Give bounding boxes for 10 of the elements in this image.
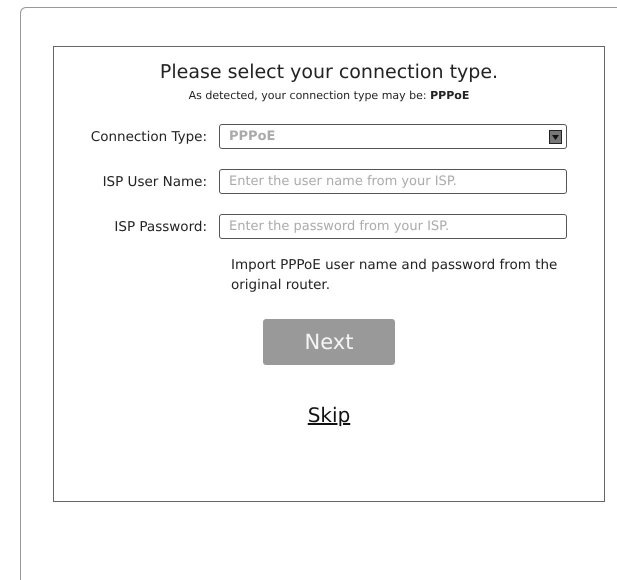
import-note: Import PPPoE user name and password from the original router. [231,256,558,295]
detected-type-text: As detected, your connection type may be: PPPoE [188,89,470,102]
field-label: ISP Password: [113,218,208,234]
text-input-field[interactable]: Enter the user name from your ISP. [219,169,567,194]
text-input-field[interactable]: Enter the password from your ISP. [219,214,567,239]
connection-type-select[interactable]: PPPoE [219,124,567,149]
panel-title: Please select your connection type. [160,61,498,83]
field-label: ISP User Name: [102,174,208,190]
skip-link[interactable]: Skip [308,403,350,427]
field-label: Connection Type: [90,128,208,144]
